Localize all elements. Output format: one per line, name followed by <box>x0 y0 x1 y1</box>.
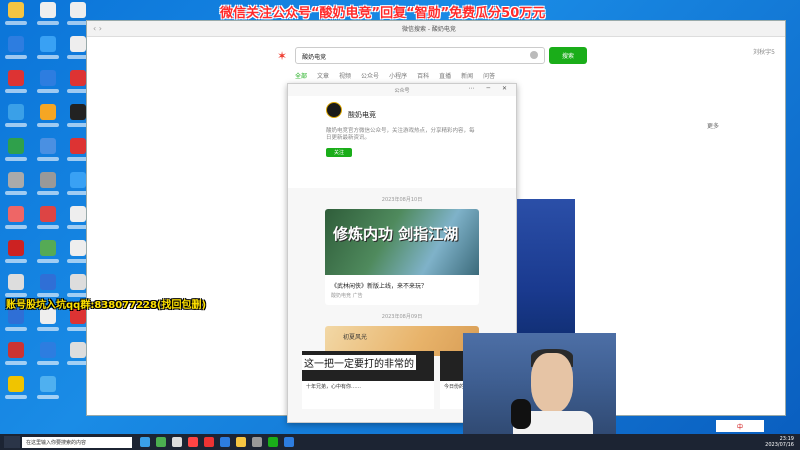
video-caption: 十年兄弟，心中有你…… <box>306 384 362 390</box>
search-tabs: 全部 文章 视频 公众号 小程序 百科 直播 新闻 问答 <box>295 71 495 80</box>
taskbar-app-icon[interactable] <box>220 437 230 447</box>
follow-button[interactable]: 关注 <box>326 148 352 157</box>
taskbar-app-icon[interactable] <box>204 437 214 447</box>
desktop-icon[interactable] <box>4 206 28 236</box>
taskbar: 在这里输入你要搜索的内容 23:19 2023/07/16 <box>0 434 800 450</box>
browser-titlebar: ‹ › 微信搜索 - 酸奶电竞 <box>87 21 785 37</box>
taskbar-app-icon[interactable] <box>188 437 198 447</box>
microphone-icon <box>511 399 531 429</box>
system-clock[interactable]: 23:19 2023/07/16 <box>765 436 794 448</box>
desktop-icon[interactable] <box>36 240 60 270</box>
tab-miniprograms[interactable]: 小程序 <box>389 71 407 80</box>
desktop-icon[interactable] <box>36 308 60 338</box>
window-controls-icon[interactable]: ⋯ ─ ✕ <box>469 85 512 92</box>
tab-all[interactable]: 全部 <box>295 71 307 80</box>
tab-wiki[interactable]: 百科 <box>417 71 429 80</box>
clock-date: 2023/07/16 <box>765 442 794 448</box>
user-name[interactable]: 刘秋宇5 <box>753 47 775 56</box>
taskbar-app-icon[interactable] <box>172 437 182 447</box>
article-image[interactable]: 修炼内功 剑指江湖 <box>325 209 479 275</box>
clear-icon[interactable] <box>530 51 539 59</box>
taskbar-app-icon[interactable] <box>156 437 166 447</box>
article-card[interactable]: 修炼内功 剑指江湖 《武林闲侠》新版上线，来不来玩？ 酸奶电竞 广告 <box>325 209 479 305</box>
stream-banner: 微信关注公众号“酸奶电竞”回复“智勋”免费瓜分50万元 <box>220 6 546 21</box>
desktop-icon[interactable] <box>4 172 28 202</box>
desktop-icon[interactable] <box>4 104 28 134</box>
article-image-text: 修炼内功 剑指江湖 <box>333 225 459 243</box>
account-name[interactable]: 酸奶电竞 <box>348 110 506 120</box>
taskbar-search-input[interactable]: 在这里输入你要搜索的内容 <box>22 436 132 448</box>
article-meta: 酸奶电竞 广告 <box>331 293 363 299</box>
right-panel: 更多 <box>707 89 767 130</box>
date-separator: 2023年08月09日 <box>381 314 423 320</box>
taskbar-app-icon[interactable] <box>284 437 294 447</box>
account-profile: 酸奶电竞 酸奶电竞官方微信公众号，关注游戏热点，分享精彩内容，每日更新最新资讯。… <box>288 96 516 188</box>
ime-toolbar[interactable]: 中 <box>716 420 764 432</box>
ime-indicator[interactable]: 中 <box>737 422 743 431</box>
desktop-icon[interactable] <box>4 342 28 372</box>
search-button[interactable]: 搜索 <box>549 47 588 64</box>
search-input[interactable]: 酸奶电竞 <box>295 47 546 64</box>
taskbar-app-icon[interactable] <box>252 437 262 447</box>
search-input-value: 酸奶电竞 <box>302 54 327 61</box>
desktop-icons-col-1 <box>4 2 28 406</box>
tab-accounts[interactable]: 公众号 <box>361 71 379 80</box>
stream-subtitle: 这一把一定要打的非常的 <box>302 355 416 370</box>
desktop-icon[interactable] <box>4 240 28 270</box>
desktop-icon[interactable] <box>4 70 28 100</box>
stream-overlay-text: 账号股坑入坑qq群:838077228(找回包删) <box>6 300 207 311</box>
tab-articles[interactable]: 文章 <box>317 71 329 80</box>
desktop-icons-col-2 <box>36 2 60 406</box>
popup-title: 公众号 <box>394 87 410 94</box>
tab-videos[interactable]: 视频 <box>339 71 351 80</box>
taskbar-apps <box>140 437 294 447</box>
date-separator: 2023年08月10日 <box>381 197 423 203</box>
popup-header: 公众号 ⋯ ─ ✕ <box>288 84 516 96</box>
taskbar-app-icon[interactable] <box>236 437 246 447</box>
browser-title: 微信搜索 - 酸奶电竞 <box>401 26 456 33</box>
desktop-icon[interactable] <box>36 172 60 202</box>
taskbar-search-placeholder: 在这里输入你要搜索的内容 <box>26 439 87 446</box>
start-icon[interactable] <box>4 436 20 448</box>
desktop-icon[interactable] <box>36 70 60 100</box>
taskbar-app-icon[interactable] <box>268 437 278 447</box>
tab-news[interactable]: 新闻 <box>461 71 473 80</box>
desktop-icon[interactable] <box>36 2 60 32</box>
desktop-icon[interactable] <box>4 138 28 168</box>
desktop-icon[interactable] <box>4 36 28 66</box>
search-bar: ✶ 酸奶电竞 搜索 <box>277 47 588 64</box>
desktop-icon[interactable] <box>36 376 60 406</box>
desktop-icon[interactable] <box>36 36 60 66</box>
back-forward-icon[interactable]: ‹ › <box>93 24 102 33</box>
desktop-icon[interactable] <box>36 104 60 134</box>
more-link[interactable]: 更多 <box>707 121 767 130</box>
desktop-icon[interactable] <box>4 376 28 406</box>
tab-qa[interactable]: 问答 <box>483 71 495 80</box>
article-title[interactable]: 《武林闲侠》新版上线，来不来玩？ <box>325 275 479 292</box>
article-image-text: 初夏风光 <box>343 334 368 341</box>
webcam-feed <box>463 333 616 450</box>
desktop-icon[interactable] <box>36 206 60 236</box>
desktop-icon[interactable] <box>36 138 60 168</box>
desktop-icon[interactable] <box>4 308 28 338</box>
search-logo-icon: ✶ <box>277 48 288 63</box>
desktop-icon[interactable] <box>36 342 60 372</box>
avatar[interactable] <box>326 102 342 118</box>
taskbar-app-icon[interactable] <box>140 437 150 447</box>
desktop-icon[interactable] <box>4 2 28 32</box>
browser-window: ‹ › 微信搜索 - 酸奶电竞 刘秋宇5 ✶ 酸奶电竞 搜索 全部 文章 视频 … <box>86 20 786 423</box>
account-description: 酸奶电竞官方微信公众号，关注游戏热点，分享精彩内容，每日更新最新资讯。 <box>326 128 475 141</box>
webcam-person-head <box>531 353 573 413</box>
game-thumbnail[interactable] <box>517 199 575 349</box>
tab-live[interactable]: 直播 <box>439 71 451 80</box>
